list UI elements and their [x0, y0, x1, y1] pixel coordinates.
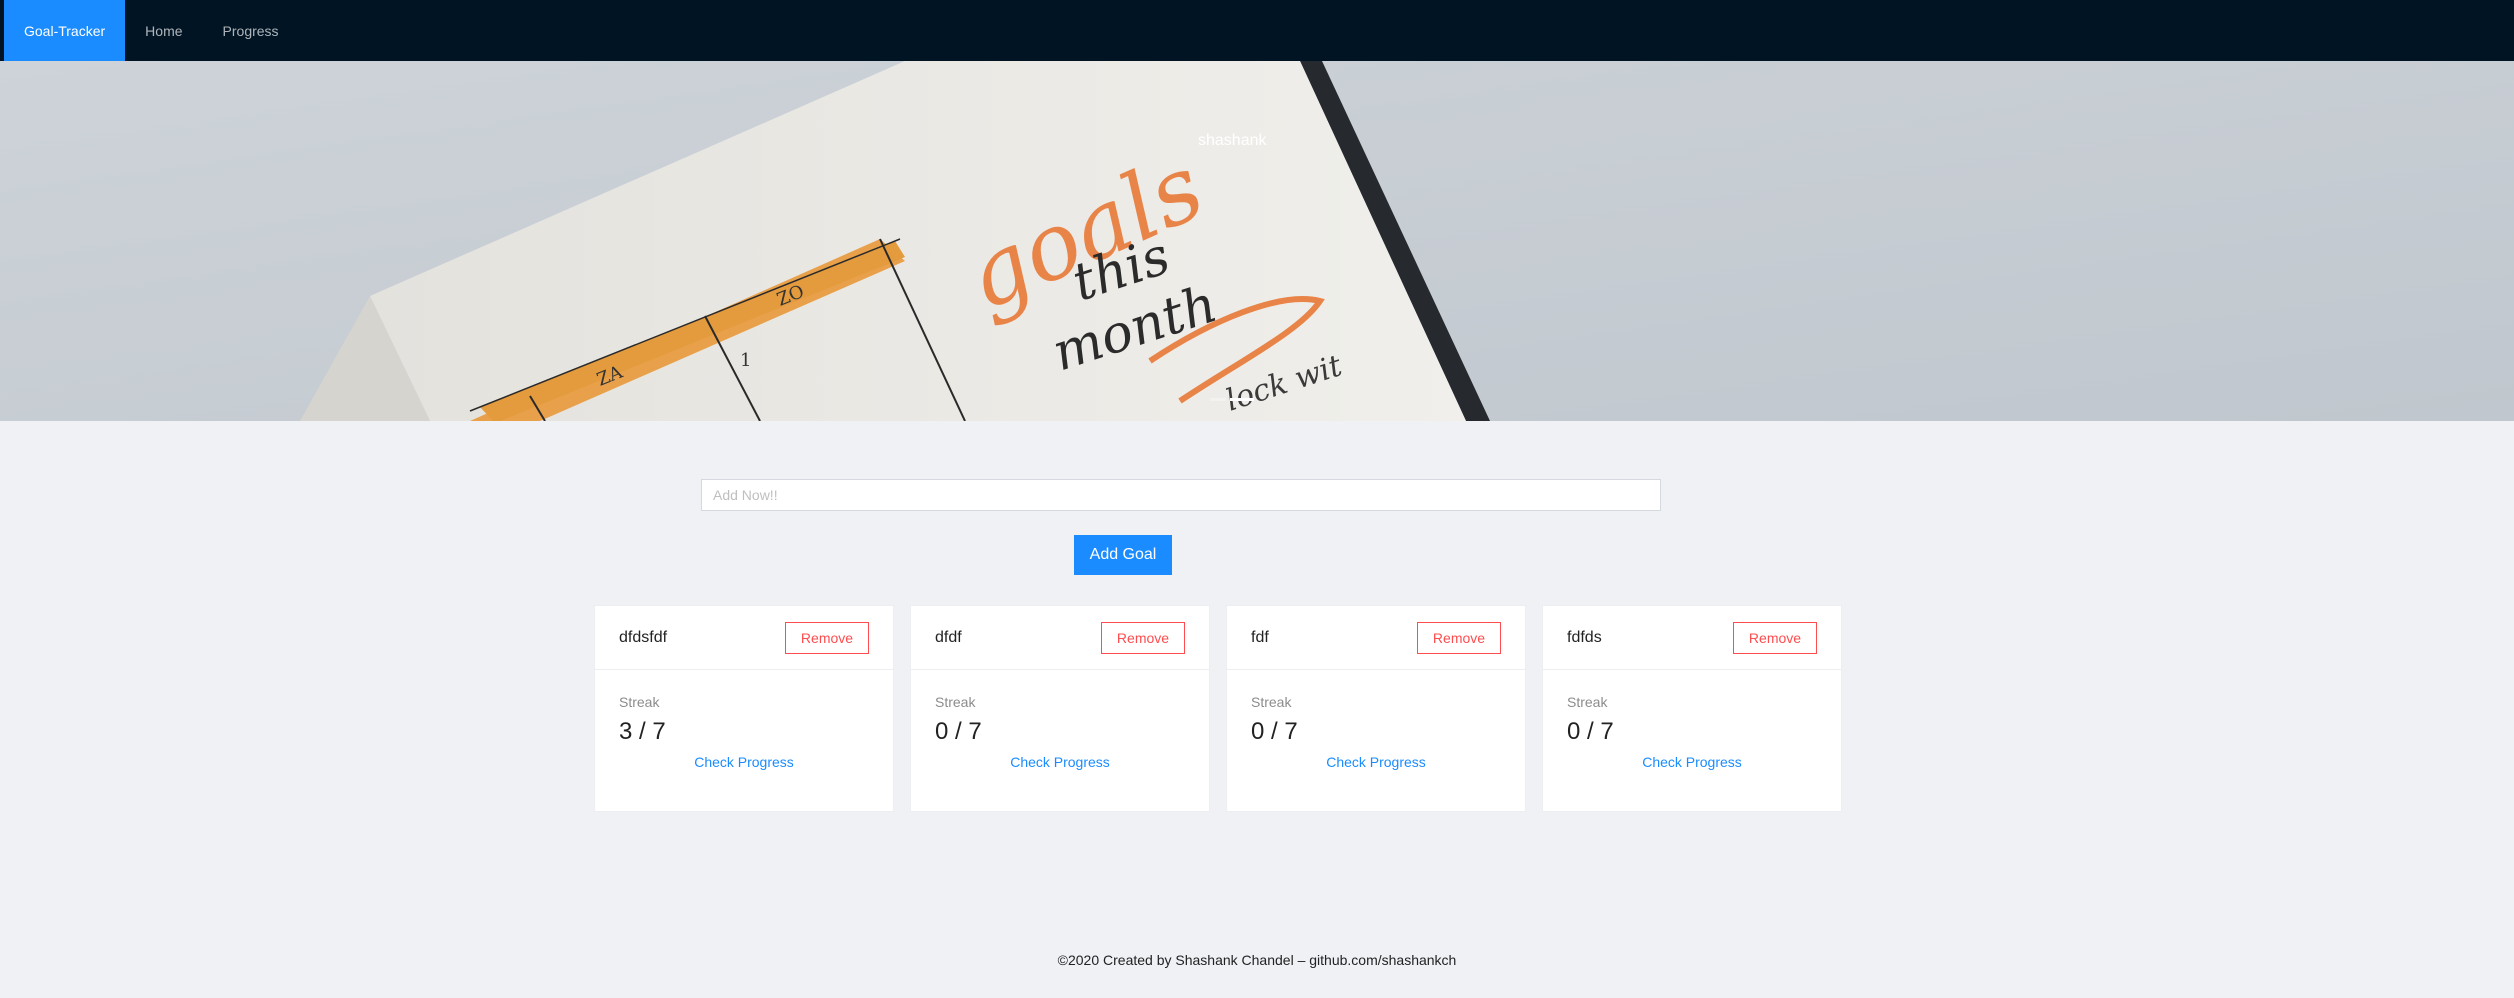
streak-label: Streak: [1567, 694, 1608, 710]
carousel-dot-1[interactable]: [1210, 398, 1226, 401]
top-navbar: Goal-Tracker Home Progress: [0, 0, 2514, 61]
hero-title: shashank: [1198, 132, 1267, 149]
check-progress-link[interactable]: Check Progress: [1251, 754, 1501, 770]
goal-card-header: fdfds Remove: [1543, 606, 1841, 670]
goal-card-body: Streak 0 / 7 Check Progress: [911, 670, 1209, 770]
nav-item-progress[interactable]: Progress: [203, 0, 299, 61]
footer-credits: ©2020 Created by Shashank Chandel – gith…: [1057, 952, 1457, 968]
goal-cards: dfdsfdf Remove Streak 3 / 7 Check Progre…: [594, 605, 1842, 812]
check-progress-link[interactable]: Check Progress: [1567, 754, 1817, 770]
goal-input[interactable]: [701, 479, 1661, 511]
carousel-indicators: [1210, 398, 1254, 401]
goal-card-body: Streak 3 / 7 Check Progress: [595, 670, 893, 770]
streak-value: 0 / 7: [935, 718, 982, 745]
goal-card-body: Streak 0 / 7 Check Progress: [1543, 670, 1841, 770]
brand-logo[interactable]: Goal-Tracker: [4, 0, 126, 61]
streak-label: Streak: [935, 694, 976, 710]
check-progress-link[interactable]: Check Progress: [935, 754, 1185, 770]
hero-image: ZA ZO 1 goals this month lock wit: [0, 61, 2514, 421]
streak-value: 0 / 7: [1567, 718, 1614, 745]
carousel-dot-2[interactable]: [1230, 398, 1254, 401]
goal-card: fdf Remove Streak 0 / 7 Check Progress: [1226, 605, 1526, 812]
goal-title: dfdf: [935, 628, 962, 646]
streak-value: 3 / 7: [619, 718, 666, 745]
streak-label: Streak: [1251, 694, 1292, 710]
streak-label: Streak: [619, 694, 660, 710]
goal-card-header: dfdsfdf Remove: [595, 606, 893, 670]
remove-button[interactable]: Remove: [785, 621, 869, 654]
hero-carousel: ZA ZO 1 goals this month lock wit shasha…: [0, 61, 2514, 421]
goal-card: fdfds Remove Streak 0 / 7 Check Progress: [1542, 605, 1842, 812]
goal-card: dfdf Remove Streak 0 / 7 Check Progress: [910, 605, 1210, 812]
goal-title: fdf: [1251, 628, 1269, 646]
hero-table-label-one: 1: [740, 350, 751, 371]
streak-value: 0 / 7: [1251, 718, 1298, 745]
goal-title: fdfds: [1567, 628, 1602, 646]
check-progress-link[interactable]: Check Progress: [619, 754, 869, 770]
add-goal-button[interactable]: Add Goal: [1074, 535, 1172, 575]
goal-card-header: dfdf Remove: [911, 606, 1209, 670]
nav-item-home[interactable]: Home: [125, 0, 202, 61]
remove-button[interactable]: Remove: [1733, 621, 1817, 654]
remove-button[interactable]: Remove: [1101, 621, 1185, 654]
goal-card-header: fdf Remove: [1227, 606, 1525, 670]
goal-card: dfdsfdf Remove Streak 3 / 7 Check Progre…: [594, 605, 894, 812]
remove-button[interactable]: Remove: [1417, 621, 1501, 654]
goal-title: dfdsfdf: [619, 628, 668, 646]
goal-card-body: Streak 0 / 7 Check Progress: [1227, 670, 1525, 770]
